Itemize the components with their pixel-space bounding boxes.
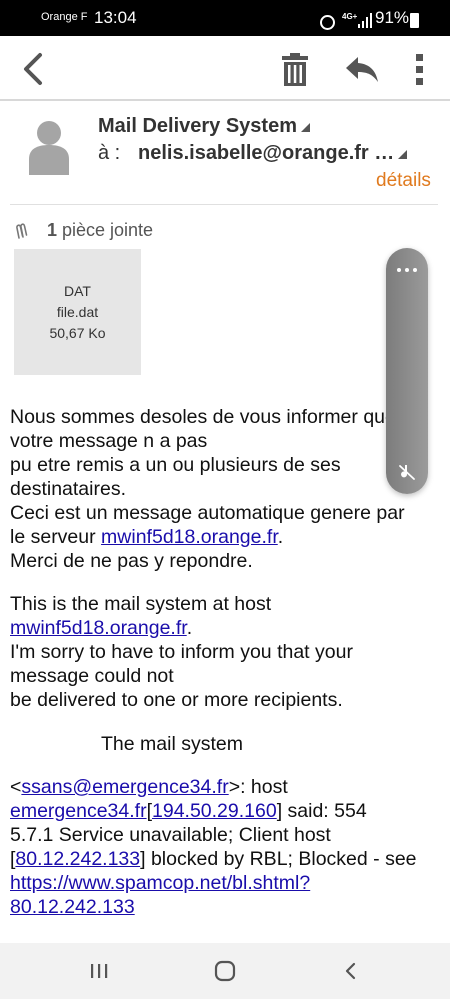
carrier-name: Orange F: [41, 11, 88, 23]
file-size: 50,67 Ko: [49, 325, 106, 341]
body-line: mwinf5d18.orange.fr.: [10, 616, 192, 640]
expand-triangle-icon: [301, 123, 310, 132]
system-nav-bar: [0, 943, 450, 999]
error-line: <ssans@emergence34.fr>: host: [10, 775, 288, 799]
back-button[interactable]: [12, 47, 56, 91]
client-ip-link[interactable]: 80.12.242.133: [15, 848, 140, 870]
reply-button[interactable]: [340, 47, 384, 91]
body-text-span: >: host: [228, 776, 288, 798]
clock: 13:04: [94, 8, 137, 27]
body-text-span: le serveur: [10, 526, 102, 548]
reply-icon: [346, 57, 378, 82]
expand-triangle-icon: [398, 150, 408, 159]
body-line: pu etre remis a un ou plusieurs de ses: [10, 454, 341, 476]
details-link[interactable]: détails: [376, 170, 431, 192]
body-line: Ceci est un message automatique genere p…: [10, 502, 405, 524]
body-line: I'm sorry to have to inform you that you…: [10, 641, 353, 663]
more-vertical-icon: [416, 54, 423, 85]
mail-toolbar: [0, 37, 450, 101]
recipient-label: à :: [98, 142, 121, 164]
nav-back-icon[interactable]: [337, 957, 365, 985]
battery-icon: [410, 13, 419, 28]
body-line: be delivered to one or more recipients.: [10, 689, 343, 711]
body-text-span: ] blocked by RBL; Blocked - see: [140, 848, 417, 870]
attachment-count: 1: [47, 220, 58, 240]
error-line: [80.12.242.133] blocked by RBL; Blocked …: [10, 847, 417, 871]
network-type: 4G+: [342, 12, 358, 21]
status-bar: Orange F 13:04 4G+ 91%: [0, 0, 450, 36]
recipient-text: nelis.isabelle@orange.fr …: [138, 142, 395, 164]
trash-icon: [282, 53, 308, 86]
spamcop-link[interactable]: https://www.spamcop.net/bl.shtml?: [10, 872, 310, 894]
error-line: 80.12.242.133: [10, 895, 135, 919]
sender-name[interactable]: Mail Delivery System: [98, 115, 310, 138]
body-text-span: .: [186, 617, 193, 639]
recipient-address[interactable]: nelis.isabelle@orange.fr …: [138, 142, 408, 165]
body-text-span: <: [10, 776, 22, 798]
error-line: https://www.spamcop.net/bl.shtml?: [10, 871, 310, 895]
battery-percentage: 91%: [375, 8, 410, 27]
error-line: 5.7.1 Service unavailable; Client host: [10, 824, 331, 846]
body-line: votre message n a pas: [10, 430, 208, 452]
arrow-left-icon: [24, 53, 42, 85]
recents-icon[interactable]: [85, 957, 113, 985]
host-domain-link[interactable]: emergence34.fr: [10, 800, 147, 822]
attachment-label: pièce jointe: [62, 220, 154, 240]
paperclip-icon: [16, 223, 28, 239]
avatar: [29, 121, 69, 175]
body-text-span: .: [277, 526, 284, 548]
body-line: message could not: [10, 665, 174, 687]
floating-side-panel[interactable]: [386, 248, 428, 494]
signal-icon: [358, 13, 372, 28]
host-link[interactable]: mwinf5d18.orange.fr: [10, 617, 187, 639]
signature: The mail system: [101, 733, 243, 755]
spamcop-link-continued[interactable]: 80.12.242.133: [10, 896, 135, 918]
sender-label: Mail Delivery System: [98, 115, 297, 137]
body-line: This is the mail system at host: [10, 593, 272, 615]
recipient-email-link[interactable]: ssans@emergence34.fr: [21, 776, 228, 798]
more-horizontal-icon[interactable]: [396, 266, 418, 274]
alarm-icon: [320, 15, 335, 30]
body-line: Nous sommes desoles de vous informer que: [10, 406, 396, 428]
server-link[interactable]: mwinf5d18.orange.fr: [101, 526, 278, 548]
header-divider: [10, 204, 438, 205]
file-type: DAT: [64, 283, 91, 299]
attachment-file-card[interactable]: DAT file.dat 50,67 Ko: [14, 249, 141, 375]
body-line: destinataires.: [10, 478, 126, 500]
body-line: le serveur mwinf5d18.orange.fr.: [10, 525, 283, 549]
file-name: file.dat: [56, 304, 99, 320]
body-text-span: ] said: 554: [276, 800, 367, 822]
body-line: Merci de ne pas y repondre.: [10, 550, 253, 572]
sound-off-icon[interactable]: [397, 462, 417, 482]
error-line: emergence34.fr[194.50.29.160] said: 554: [10, 799, 367, 823]
delete-button[interactable]: [273, 47, 317, 91]
host-ip-link[interactable]: 194.50.29.160: [152, 800, 277, 822]
more-options-button[interactable]: [398, 47, 442, 91]
home-icon[interactable]: [211, 957, 239, 985]
message-header: Mail Delivery System à : nelis.isabelle@…: [0, 103, 450, 207]
